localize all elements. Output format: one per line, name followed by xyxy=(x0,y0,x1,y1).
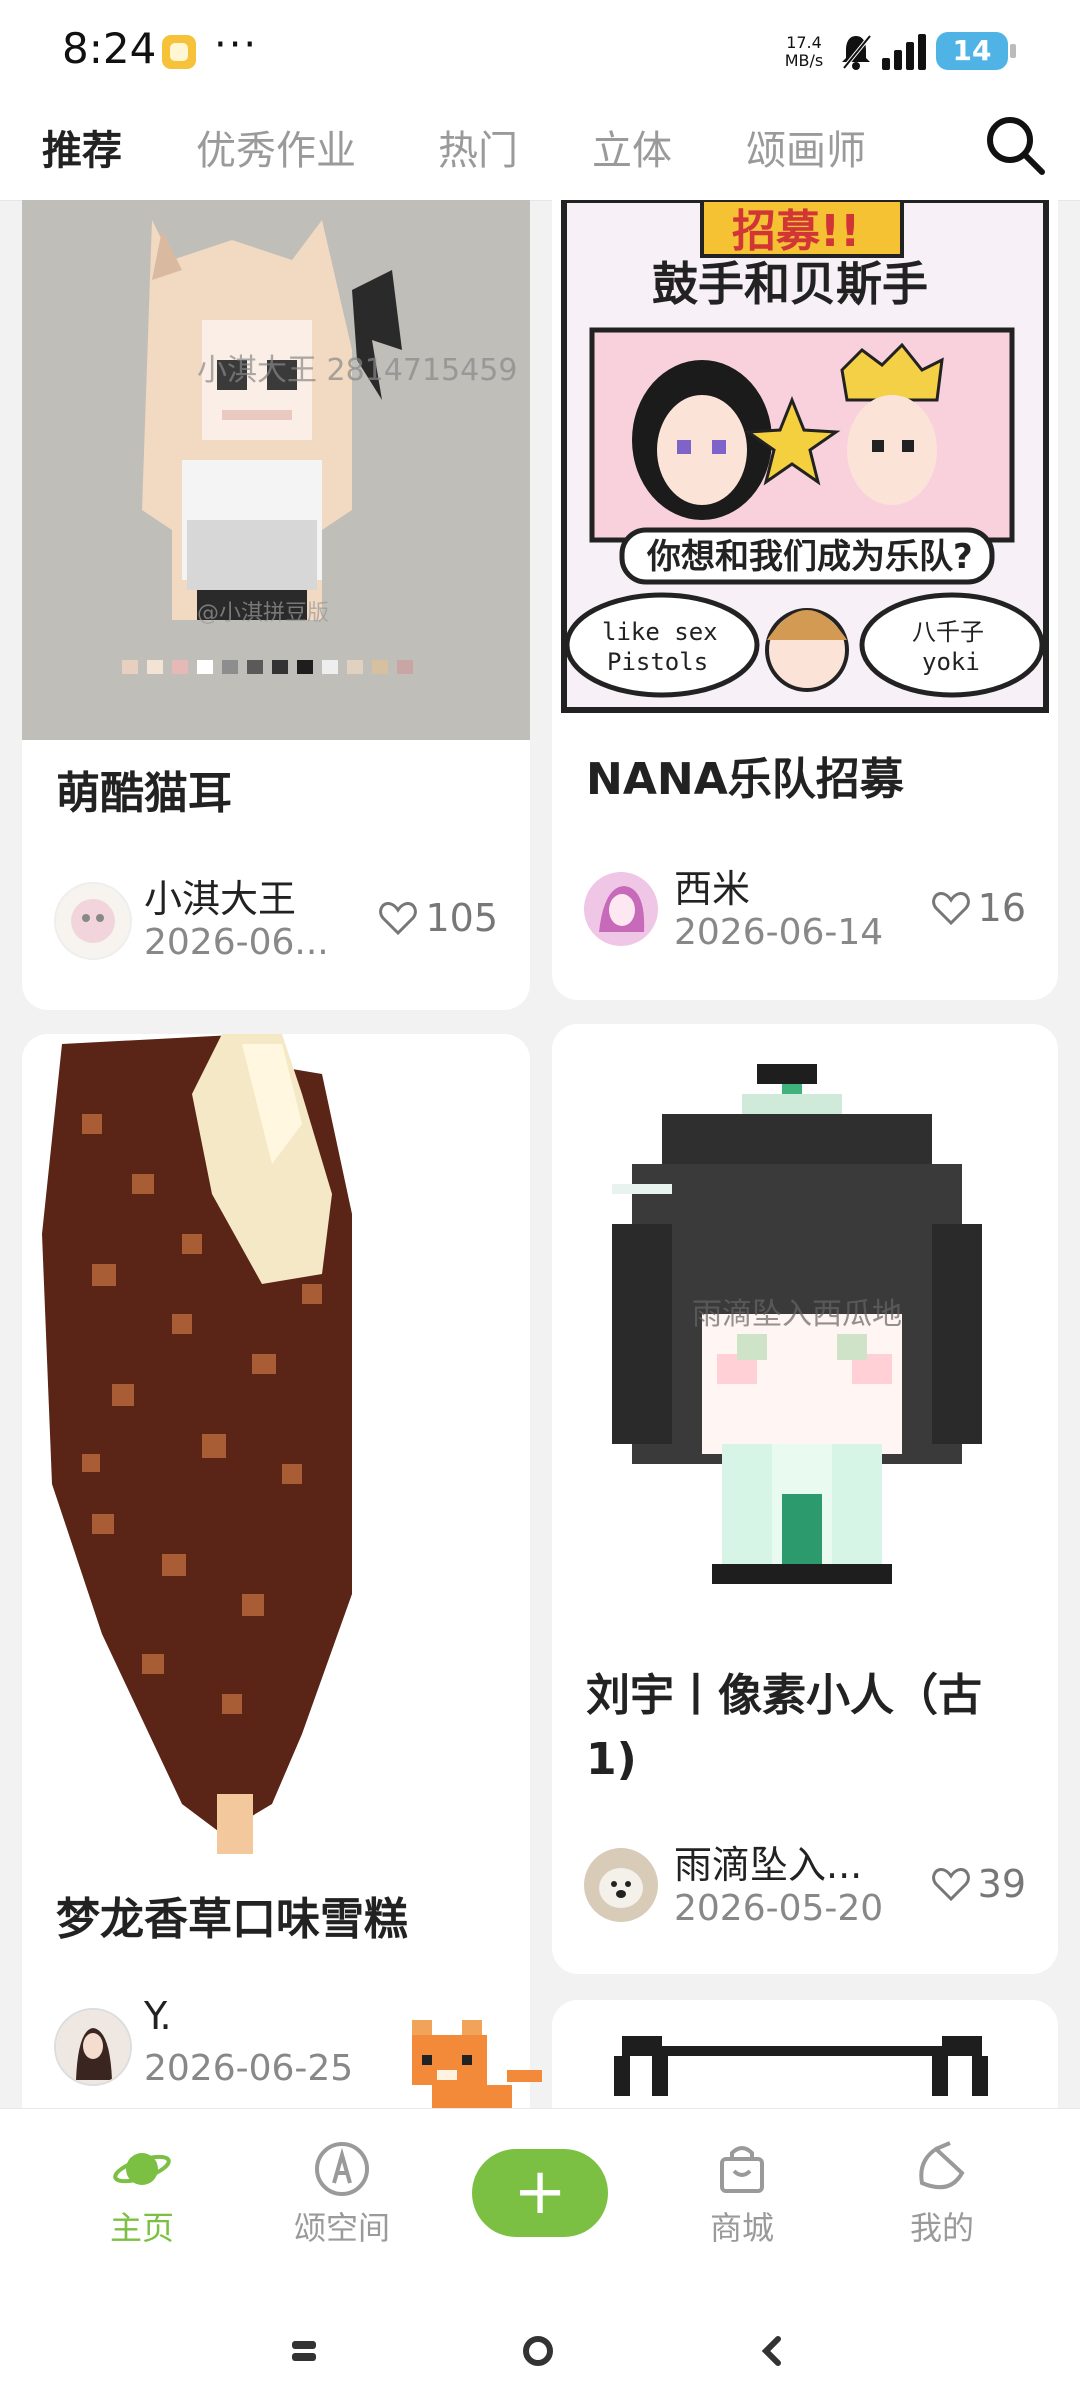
profile-icon xyxy=(919,2141,965,2190)
network-speed: 17.4 MB/s xyxy=(780,34,828,70)
add-button[interactable]: + xyxy=(472,2149,608,2237)
poster-question: 你想和我们成为乐队? xyxy=(646,537,973,577)
post-date: 2026-06-14 xyxy=(674,912,884,953)
avatar[interactable] xyxy=(54,882,132,960)
author-name[interactable]: 西米 xyxy=(674,858,894,913)
artwork-image[interactable]: 小淇大王 2814715459 @小淇拼豆版 xyxy=(22,200,530,740)
back-icon[interactable] xyxy=(752,2331,792,2371)
card-title: 萌酷猫耳 xyxy=(56,768,232,819)
battery-indicator: 14 xyxy=(936,32,1016,70)
like-count-value: 105 xyxy=(425,896,498,940)
like-count[interactable]: 16 xyxy=(931,886,1026,930)
pen-circle-icon xyxy=(315,2142,369,2196)
planet-icon xyxy=(113,2153,171,2185)
avatar[interactable] xyxy=(584,1848,658,1922)
poster-sub: 鼓手和贝斯手 xyxy=(652,257,928,311)
mute-bell-icon xyxy=(842,34,872,70)
pixel-cat-mascot-icon xyxy=(412,2020,542,2118)
network-speed-unit: MB/s xyxy=(784,51,824,70)
watermark-text: 雨滴坠入西瓜地 xyxy=(692,1297,902,1332)
post-date: 2026-06-25 xyxy=(144,2048,354,2089)
status-time: 8:24 xyxy=(62,24,157,73)
artwork-image[interactable] xyxy=(22,1034,530,1864)
notification-app-icon xyxy=(162,35,196,69)
tab-excellent-homework[interactable]: 优秀作业 xyxy=(196,118,356,176)
tab-artist[interactable]: 颂画师 xyxy=(746,118,866,176)
card-title: 梦龙香草口味雪糕 xyxy=(56,1894,408,1945)
bubble-right-line2: yoki xyxy=(922,648,980,676)
nav-home-label: 主页 xyxy=(109,2209,174,2247)
category-tabs: 推荐 优秀作业 热门 立体 颂画师 xyxy=(0,100,1080,201)
bubble-right-line1: 八千子 xyxy=(912,618,984,646)
artwork-card[interactable]: 梦龙香草口味雪糕 Y. 2026-06-25 xyxy=(22,1034,530,2134)
shopping-bag-icon xyxy=(720,2146,764,2193)
avatar[interactable] xyxy=(584,872,658,946)
search-icon[interactable] xyxy=(980,110,1050,180)
tab-recommend[interactable]: 推荐 xyxy=(42,118,132,182)
like-count-value: 39 xyxy=(977,1862,1026,1906)
like-count[interactable]: 105 xyxy=(379,896,498,940)
heart-icon xyxy=(931,891,970,925)
author-name[interactable]: 小淇大王 xyxy=(144,868,344,923)
network-speed-value: 17.4 xyxy=(786,33,822,52)
tab-hot[interactable]: 热门 xyxy=(438,118,518,176)
home-system-icon[interactable] xyxy=(518,2331,558,2371)
status-bar: 8:24 ··· 17.4 MB/s 14 xyxy=(0,0,1080,100)
nav-home[interactable]: 主页 xyxy=(72,2137,212,2249)
nav-space[interactable]: 颂空间 xyxy=(272,2137,412,2249)
tab-label: 推荐 xyxy=(42,128,122,174)
like-count-value: 16 xyxy=(977,886,1026,930)
poster-headline: 招募!! xyxy=(732,206,860,257)
post-date: 2026-06... xyxy=(144,922,329,963)
bottom-navigation: 主页 颂空间 + 商城 我的 xyxy=(0,2108,1080,2401)
image-credit: @小淇拼豆版 xyxy=(197,601,329,626)
nav-shop[interactable]: 商城 xyxy=(672,2137,812,2249)
avatar[interactable] xyxy=(54,2008,132,2086)
watermark-text: 小淇大王 2814715459 xyxy=(197,353,517,388)
recent-apps-icon[interactable] xyxy=(284,2331,324,2371)
tab-3d[interactable]: 立体 xyxy=(592,118,672,176)
artwork-image[interactable]: 雨滴坠入西瓜地 xyxy=(552,1024,1058,1644)
author-name[interactable]: 雨滴坠入... xyxy=(674,1834,894,1889)
artwork-card[interactable]: 小淇大王 2814715459 @小淇拼豆版 萌酷猫耳 小淇大王 2026-06… xyxy=(22,200,530,1010)
nav-profile[interactable]: 我的 xyxy=(872,2137,1012,2249)
artwork-card[interactable]: 雨滴坠入西瓜地 刘宇丨像素小人（古1) 雨滴坠入... 2026-05-20 3… xyxy=(552,1024,1058,1974)
nav-profile-label: 我的 xyxy=(909,2209,974,2247)
post-date: 2026-05-20 xyxy=(674,1888,884,1929)
bubble-left-line1: like sex xyxy=(602,618,718,646)
like-count[interactable]: 39 xyxy=(931,1862,1026,1906)
card-title: NANA乐队招募 xyxy=(586,754,904,805)
more-notifications-indicator: ··· xyxy=(214,22,259,68)
artwork-card[interactable]: 招募!! 鼓手和贝斯手 你想和我们成为乐队? like sex Pistols … xyxy=(552,200,1058,1000)
nav-shop-label: 商城 xyxy=(709,2209,774,2247)
author-name[interactable]: Y. xyxy=(144,1994,364,2038)
bubble-left-line2: Pistols xyxy=(607,648,708,676)
card-title: 刘宇丨像素小人（古1) xyxy=(586,1670,982,1785)
heart-icon xyxy=(379,901,418,935)
heart-icon xyxy=(931,1867,970,1901)
artwork-image[interactable]: 招募!! 鼓手和贝斯手 你想和我们成为乐队? like sex Pistols … xyxy=(552,200,1058,720)
nav-space-label: 颂空间 xyxy=(293,2209,390,2247)
